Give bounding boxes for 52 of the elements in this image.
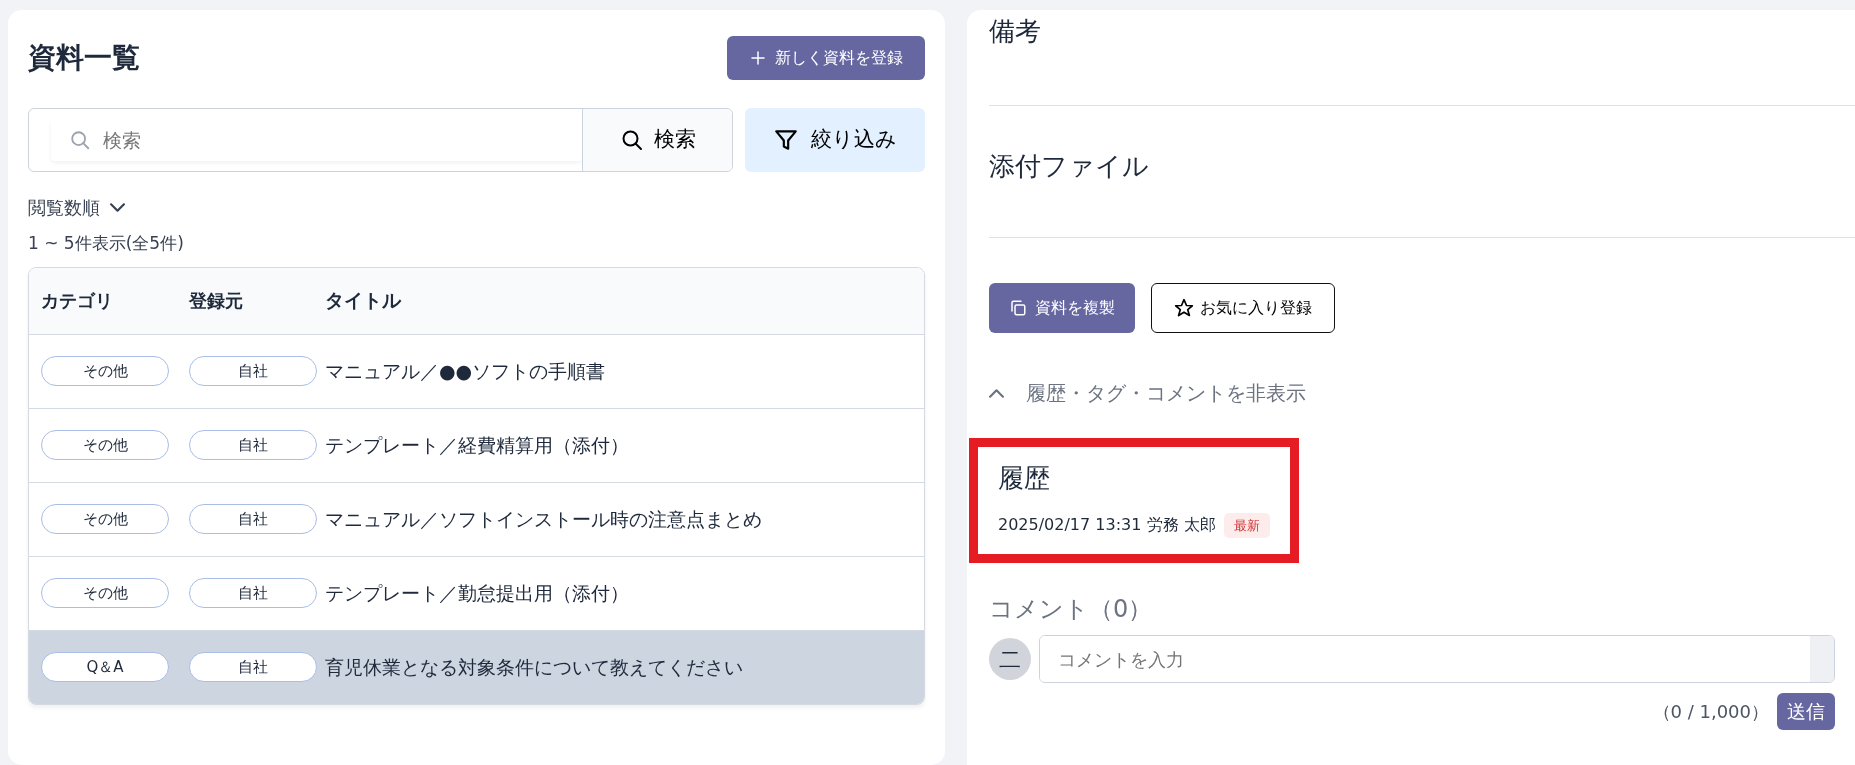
search-icon: [619, 128, 644, 152]
history-entry: 2025/02/17 13:31 労務 太郎: [998, 514, 1216, 537]
source-tag: 自社: [189, 577, 317, 609]
scrollbar: [1810, 636, 1834, 683]
source-tag: 自社: [189, 651, 317, 683]
search-field[interactable]: 検索: [51, 119, 582, 161]
duplicate-button[interactable]: 資料を複製: [989, 283, 1135, 334]
table-cell-text: テンプレート／経費精算用（添付）: [325, 432, 630, 458]
avatar: 二: [989, 638, 1031, 681]
table-row[interactable]: Q＆A 自社 育児休業となる対象条件について教えてください: [29, 629, 924, 704]
category-tag: Q＆A: [41, 651, 169, 683]
plus-icon: [749, 49, 767, 67]
result-count: 1 ~ 5件表示(全5件): [28, 232, 185, 255]
table-row[interactable]: その他 自社 マニュアル／ソフトインストール時の注意点まとめ: [29, 481, 924, 556]
table-cell-text: マニュアル／ソフトインストール時の注意点まとめ: [325, 506, 763, 532]
favorite-button[interactable]: お気に入り登録: [1151, 283, 1335, 334]
send-button[interactable]: 送信: [1777, 693, 1835, 730]
latest-badge: 最新: [1223, 512, 1270, 539]
sort-dropdown[interactable]: 閲覧数順: [28, 194, 100, 221]
table-row[interactable]: その他 自社 テンプレート／経費精算用（添付）: [29, 407, 924, 482]
section-title: 備考: [989, 16, 1042, 48]
new-document-button[interactable]: 新しく資料を登録: [727, 36, 925, 80]
section-title: 添付ファイル: [989, 150, 1150, 183]
star-icon: [1174, 298, 1194, 319]
filter-icon: [773, 127, 799, 153]
table-cell-text: マニュアル／●●ソフトの手順書: [325, 358, 607, 384]
filter-button[interactable]: 絞り込み: [745, 108, 925, 172]
category-tag: その他: [41, 577, 169, 609]
source-tag: 自社: [189, 355, 317, 387]
chevron-down-icon: [110, 203, 125, 212]
section-title: 履歴: [998, 463, 1051, 495]
source-tag: 自社: [189, 429, 317, 461]
search-icon: [69, 129, 91, 151]
table-cell-text: テンプレート／勤怠提出用（添付）: [325, 580, 630, 606]
character-counter: （0 / 1,000）: [1652, 699, 1769, 724]
comment-title: コメント（0）: [989, 594, 1154, 626]
column-header: タイトル: [325, 288, 402, 314]
search-button[interactable]: 検索: [582, 109, 732, 171]
search-bar[interactable]: 検索 検索: [28, 108, 733, 172]
category-tag: その他: [41, 429, 169, 461]
column-header: カテゴリ: [40, 289, 114, 313]
column-header: 登録元: [188, 289, 244, 313]
toggle-link[interactable]: 履歴・タグ・コメントを非表示: [989, 378, 1306, 409]
category-tag: その他: [41, 503, 169, 535]
category-tag: その他: [41, 355, 169, 387]
table-row[interactable]: その他 自社 テンプレート／勤怠提出用（添付）: [29, 555, 924, 630]
copy-icon: [1009, 299, 1027, 318]
table-cell-text: 育児休業となる対象条件について教えてください: [325, 654, 744, 680]
table-row[interactable]: その他 自社 マニュアル／●●ソフトの手順書: [29, 333, 924, 408]
source-tag: 自社: [189, 503, 317, 535]
chevron-up-icon: [989, 388, 1004, 398]
page-title: 資料一覧: [28, 41, 140, 75]
